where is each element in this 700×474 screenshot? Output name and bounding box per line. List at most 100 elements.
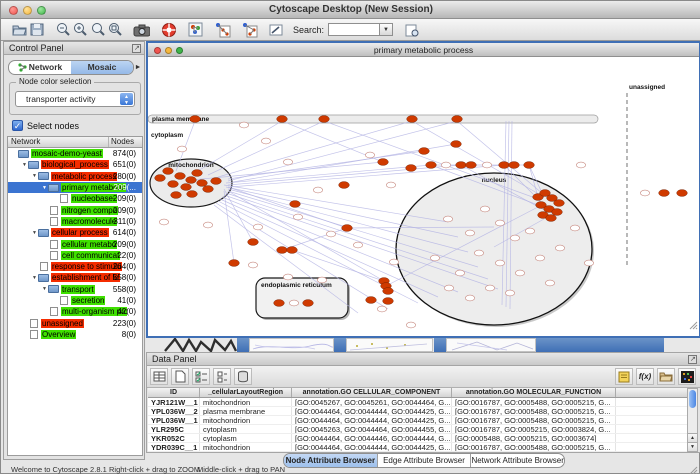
tree-row-label[interactable]: establishment of lo bbox=[51, 273, 120, 282]
network-node[interactable] bbox=[505, 290, 514, 296]
tab-network[interactable]: Network bbox=[9, 61, 71, 74]
network-node[interactable] bbox=[545, 280, 554, 286]
network-node-highlighted[interactable] bbox=[466, 162, 477, 169]
background-window-border[interactable] bbox=[334, 338, 346, 352]
network-node-highlighted[interactable] bbox=[175, 173, 186, 180]
table-row[interactable]: YDR039C__1mitochondrion[GO:0044464, GO:0… bbox=[148, 443, 689, 452]
network-node[interactable] bbox=[253, 224, 262, 230]
network-node-highlighted[interactable] bbox=[456, 162, 467, 169]
network-node[interactable] bbox=[482, 162, 491, 168]
help-lifesaver-icon[interactable] bbox=[160, 21, 177, 38]
tree-row[interactable]: cell communicat22(0) bbox=[8, 250, 142, 261]
zoom-in-icon[interactable] bbox=[72, 21, 89, 38]
column-header[interactable]: _cellularLayoutRegion bbox=[200, 388, 292, 397]
formula-icon[interactable]: f(x) bbox=[636, 368, 654, 385]
delete-attribute-trash-icon[interactable] bbox=[234, 368, 252, 385]
column-header[interactable]: annotation.GO MOLECULAR_FUNCTION bbox=[452, 388, 616, 397]
network-node[interactable] bbox=[283, 274, 292, 280]
network-node-highlighted[interactable] bbox=[171, 192, 182, 199]
tree-row[interactable]: unassigned223(0) bbox=[8, 317, 142, 328]
vizmapper-icon[interactable] bbox=[187, 21, 204, 38]
scrollbar-thumb[interactable] bbox=[689, 390, 696, 408]
search-dropdown-button[interactable]: ▼ bbox=[380, 23, 393, 36]
network-node-highlighted[interactable] bbox=[677, 190, 688, 197]
tree-row-label[interactable]: cellular metabo bbox=[61, 240, 117, 249]
tree-row[interactable]: macromolecule311(0) bbox=[8, 216, 142, 227]
tree-row[interactable]: cellular metabo209(0) bbox=[8, 238, 142, 249]
background-window-fragment[interactable] bbox=[163, 338, 237, 352]
network-node[interactable] bbox=[248, 262, 257, 268]
network-node[interactable] bbox=[353, 242, 362, 248]
save-session-icon[interactable] bbox=[28, 21, 45, 38]
network-node-highlighted[interactable] bbox=[552, 209, 563, 216]
network-node-highlighted[interactable] bbox=[181, 184, 192, 191]
zoom-fit-icon[interactable] bbox=[89, 21, 106, 38]
tree-row-label[interactable]: secretion bbox=[71, 296, 105, 305]
tree-row[interactable]: ▼cellular process614(0) bbox=[8, 227, 142, 238]
network-node-highlighted[interactable] bbox=[509, 162, 520, 169]
background-window-border[interactable] bbox=[536, 338, 664, 352]
network-node-highlighted[interactable] bbox=[451, 141, 462, 148]
network-canvas[interactable]: plasma membranecytoplasmmitochondrionnuc… bbox=[148, 57, 699, 336]
tree-row-label[interactable]: cell communicat bbox=[61, 251, 120, 260]
network-node-highlighted[interactable] bbox=[524, 162, 535, 169]
network-node[interactable] bbox=[485, 285, 494, 291]
tree-row[interactable]: ▼establishment of lo558(0) bbox=[8, 272, 142, 283]
network-node-highlighted[interactable] bbox=[546, 215, 557, 222]
network-node-highlighted[interactable] bbox=[407, 116, 418, 123]
network-edge[interactable] bbox=[228, 187, 347, 228]
background-window-fragment[interactable] bbox=[446, 338, 536, 352]
notes-icon[interactable] bbox=[615, 368, 633, 385]
tree-row-label[interactable]: response to stimulu bbox=[51, 262, 122, 271]
tree-row-label[interactable]: transport bbox=[61, 285, 95, 294]
tree-row[interactable]: nitrogen compo209(0) bbox=[8, 204, 142, 215]
table-row[interactable]: YPL036W__2plasma membrane[GO:0044464, GO… bbox=[148, 407, 689, 416]
tree-row[interactable]: ▼transport558(0) bbox=[8, 284, 142, 295]
layout-network-icon-2[interactable] bbox=[241, 21, 258, 38]
network-node-highlighted[interactable] bbox=[383, 288, 394, 295]
network-node[interactable] bbox=[313, 187, 322, 193]
table-row[interactable]: YPL036W__1mitochondrion[GO:0044464, GO:0… bbox=[148, 416, 689, 425]
network-node[interactable] bbox=[317, 277, 326, 283]
network-node[interactable] bbox=[495, 260, 504, 266]
network-node[interactable] bbox=[444, 285, 453, 291]
zoom-selected-icon[interactable] bbox=[106, 21, 123, 38]
network-node-highlighted[interactable] bbox=[452, 116, 463, 123]
select-attributes-icon[interactable] bbox=[192, 368, 210, 385]
network-node-highlighted[interactable] bbox=[248, 239, 259, 246]
network-node-highlighted[interactable] bbox=[419, 148, 430, 155]
background-window-fragment[interactable] bbox=[249, 338, 334, 352]
network-node[interactable] bbox=[515, 270, 524, 276]
tree-expand-icon[interactable]: ▼ bbox=[31, 230, 38, 236]
combobox-stepper-icon[interactable]: ▲▼ bbox=[120, 93, 133, 105]
network-node[interactable] bbox=[535, 255, 544, 261]
network-edge[interactable] bbox=[224, 191, 234, 263]
network-node[interactable] bbox=[203, 222, 212, 228]
network-view-titlebar[interactable]: primary metabolic process bbox=[148, 43, 699, 57]
tree-header-nodes[interactable]: Nodes bbox=[109, 137, 142, 147]
tree-row[interactable]: ▼metabolic process280(0) bbox=[8, 171, 142, 182]
network-node[interactable] bbox=[386, 182, 395, 188]
network-node-highlighted[interactable] bbox=[319, 116, 330, 123]
network-node[interactable] bbox=[365, 152, 374, 158]
network-node[interactable] bbox=[525, 228, 534, 234]
network-node-highlighted[interactable] bbox=[155, 175, 166, 182]
tree-expand-icon[interactable]: ▼ bbox=[31, 275, 38, 281]
tree-expand-icon[interactable]: ▼ bbox=[41, 185, 48, 191]
network-node[interactable] bbox=[584, 260, 593, 266]
snapshot-camera-icon[interactable] bbox=[133, 21, 150, 38]
tree-expand-icon[interactable]: ▼ bbox=[31, 173, 38, 179]
network-node-highlighted[interactable] bbox=[287, 247, 298, 254]
network-node[interactable] bbox=[570, 225, 579, 231]
network-node-highlighted[interactable] bbox=[274, 300, 285, 307]
tree-row-label[interactable]: nucleobase- bbox=[71, 194, 117, 203]
network-node-highlighted[interactable] bbox=[197, 180, 208, 187]
network-node[interactable] bbox=[640, 190, 649, 196]
scroll-up-button[interactable]: ▲ bbox=[688, 433, 697, 442]
network-edge[interactable] bbox=[208, 121, 324, 175]
tree-row[interactable]: secretion41(0) bbox=[8, 295, 142, 306]
tree-row[interactable]: multi-organism pro42(0) bbox=[8, 306, 142, 317]
column-header[interactable]: annotation.GO CELLULAR_COMPONENT bbox=[292, 388, 452, 397]
background-window-border[interactable] bbox=[434, 338, 446, 352]
network-node[interactable] bbox=[495, 220, 504, 226]
